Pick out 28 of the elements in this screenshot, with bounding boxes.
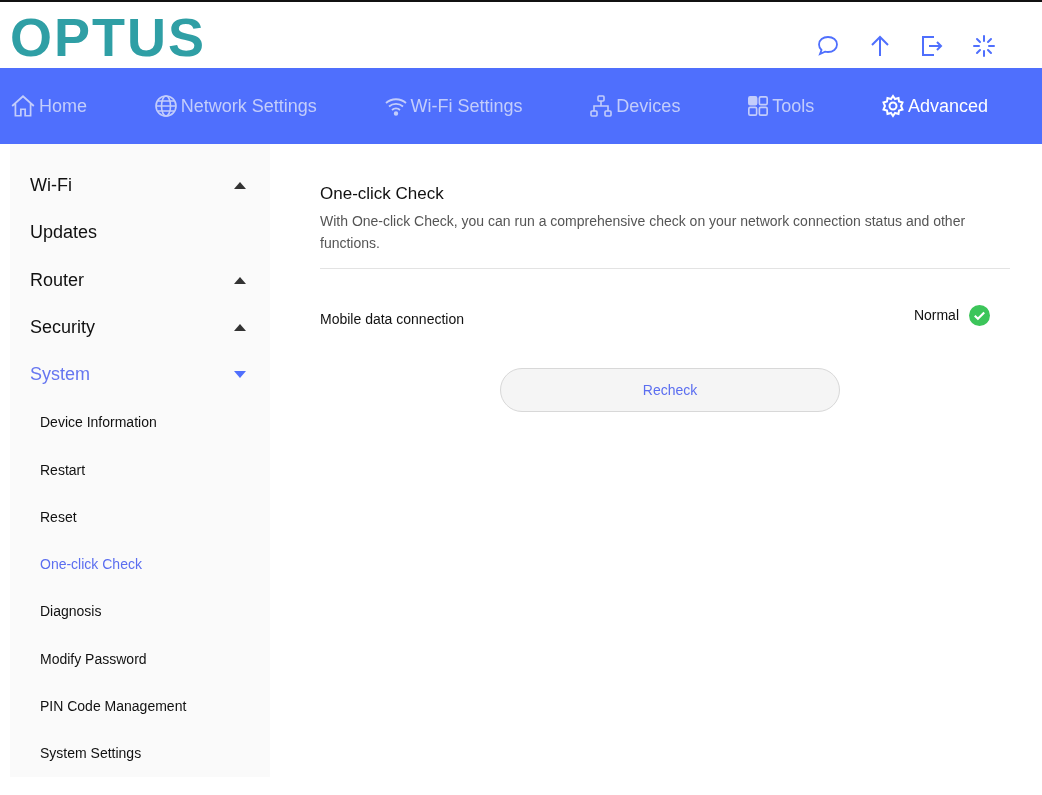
sidebar-subitem[interactable]: System Settings [10, 729, 270, 778]
optus-logo: OPTUS [10, 10, 207, 64]
sidebar-item[interactable]: System [10, 351, 270, 399]
chat-bubble-icon[interactable] [816, 34, 840, 58]
sidebar-item[interactable]: Wi-Fi [10, 162, 270, 210]
sidebar-subitem[interactable]: Restart [10, 445, 270, 494]
sidebar-subitem[interactable]: Modify Password [10, 635, 270, 683]
sidebar-item[interactable]: Router [10, 256, 270, 304]
page-description: With One-click Check, you can run a comprehensive check on your network connection status and other functions. [320, 212, 967, 253]
logout-icon[interactable] [920, 34, 944, 58]
sidebar-subitem[interactable]: Device Information [10, 398, 270, 446]
page-title: One-click Check [320, 184, 445, 204]
settings-icon [880, 94, 905, 118]
sidebar-subitem[interactable]: PIN Code Management [10, 682, 270, 730]
recheck-button[interactable]: Recheck [500, 368, 840, 412]
house-icon [10, 93, 36, 119]
nav-tab[interactable]: Advanced [880, 94, 988, 118]
sidebar-item[interactable]: Updates [10, 209, 270, 257]
grid-icon [747, 95, 770, 117]
sidebar-subitem[interactable]: Diagnosis [10, 587, 270, 636]
check-label: Mobile data connection [320, 311, 465, 327]
globe-icon [153, 94, 178, 118]
sidebar-item[interactable]: Security [10, 303, 270, 352]
loading-spinner-icon [972, 34, 996, 58]
sidebar-subitem[interactable]: One-click Check [10, 540, 270, 588]
sidebar-subitem[interactable]: Reset [10, 493, 270, 541]
network-tree-icon [589, 94, 614, 118]
check-status: Normal [913, 307, 959, 323]
